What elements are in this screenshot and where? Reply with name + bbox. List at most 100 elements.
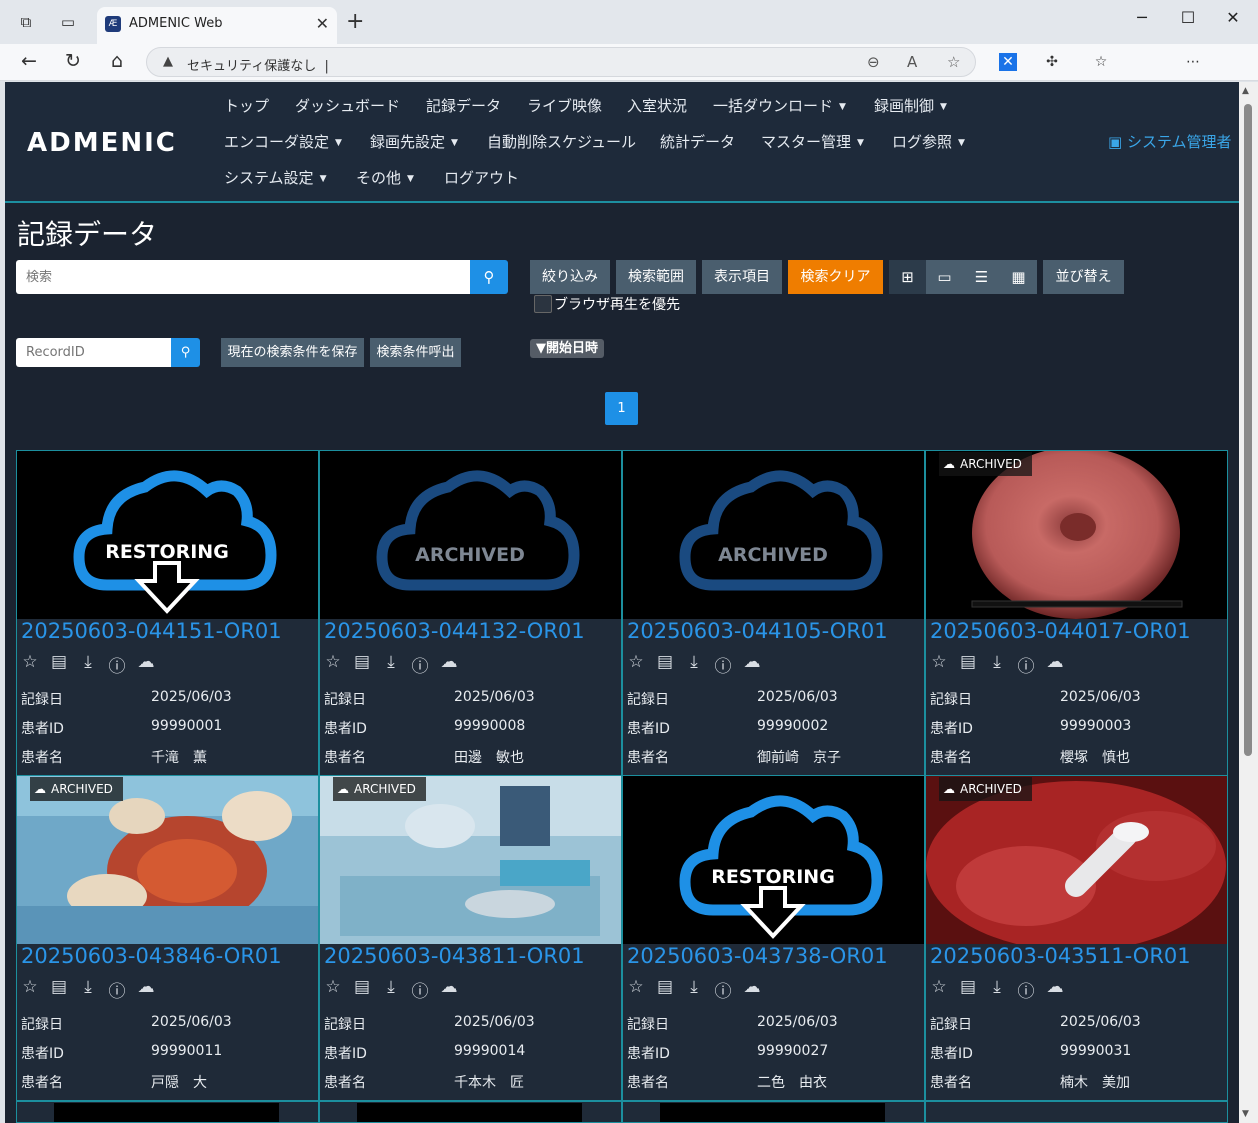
recordid-search-button[interactable]: ⚲ bbox=[171, 338, 200, 367]
cloud-download-icon[interactable]: ☁ bbox=[743, 652, 761, 677]
clipboard-icon[interactable]: ▤ bbox=[656, 977, 674, 1002]
address-bar[interactable]: ▲ セキュリティ保護なし | ⊖ A ☆ bbox=[146, 47, 976, 77]
record-thumbnail[interactable]: ☁ ARCHIVED bbox=[17, 776, 318, 944]
tab-actions-icon[interactable]: ▭ bbox=[56, 10, 80, 34]
pagination-page-1[interactable]: 1 bbox=[605, 392, 638, 425]
sort-button[interactable]: 並び替え bbox=[1043, 260, 1124, 294]
record-thumbnail[interactable] bbox=[357, 1103, 582, 1122]
scroll-down-icon[interactable]: ▼ bbox=[1242, 1109, 1249, 1119]
workspaces-icon[interactable]: ⧉ bbox=[14, 10, 38, 34]
save-search-condition-button[interactable]: 現在の検索条件を保存 bbox=[221, 338, 364, 367]
menu-live[interactable]: ライブ映像 bbox=[527, 95, 602, 116]
page-scrollbar[interactable]: ▲ ▼ bbox=[1239, 82, 1258, 1123]
record-card-partial[interactable] bbox=[319, 1101, 622, 1123]
record-card[interactable]: ☁ ARCHIVED 20250603-044017-OR01 ☆ ▤ ⤓ ⓘ ☁… bbox=[925, 450, 1228, 776]
cloud-download-icon[interactable]: ☁ bbox=[137, 652, 155, 677]
download-icon[interactable]: ⤓ bbox=[382, 652, 400, 677]
close-tab-icon[interactable]: ✕ bbox=[316, 14, 329, 33]
menu-room-status[interactable]: 入室状況 bbox=[627, 95, 687, 116]
menu-encoder-settings[interactable]: エンコーダ設定 ▼ bbox=[224, 131, 342, 152]
record-thumbnail[interactable]: ☁ ARCHIVED bbox=[926, 451, 1227, 619]
menu-system-settings[interactable]: システム設定 ▼ bbox=[224, 167, 326, 188]
info-icon[interactable]: ⓘ bbox=[1017, 977, 1035, 1002]
download-icon[interactable]: ⤓ bbox=[685, 977, 703, 1002]
new-tab-icon[interactable]: + bbox=[346, 9, 364, 34]
list-view-icon[interactable]: ☰ bbox=[963, 260, 1000, 294]
favorite-star-icon[interactable]: ☆ bbox=[627, 977, 645, 1002]
menu-records[interactable]: 記録データ bbox=[426, 95, 501, 116]
info-icon[interactable]: ⓘ bbox=[1017, 652, 1035, 677]
record-id-link[interactable]: 20250603-044105-OR01 bbox=[627, 619, 888, 643]
record-id-link[interactable]: 20250603-044151-OR01 bbox=[21, 619, 282, 643]
record-card-partial[interactable] bbox=[16, 1101, 319, 1123]
clipboard-icon[interactable]: ▤ bbox=[50, 652, 68, 677]
download-icon[interactable]: ⤓ bbox=[79, 652, 97, 677]
favorite-star-icon[interactable]: ☆ bbox=[324, 652, 342, 677]
cloud-download-icon[interactable]: ☁ bbox=[743, 977, 761, 1002]
admin-user-link[interactable]: ▣ システム管理者 bbox=[1108, 131, 1232, 152]
record-card[interactable]: RESTORING 20250603-044151-OR01 ☆ ▤ ⤓ ⓘ ☁… bbox=[16, 450, 319, 776]
display-items-button[interactable]: 表示項目 bbox=[702, 260, 782, 294]
admenic-logo[interactable]: ADMENIC bbox=[27, 128, 177, 158]
prefer-browser-playback[interactable]: ブラウザ再生を優先 bbox=[534, 294, 680, 314]
record-card[interactable]: ☁ ARCHIVED 20250603-043811-OR01 ☆ ▤ ⤓ ⓘ ☁… bbox=[319, 775, 622, 1101]
grid-view-icon[interactable]: ⊞ bbox=[889, 260, 926, 294]
download-icon[interactable]: ⤓ bbox=[988, 977, 1006, 1002]
menu-master[interactable]: マスター管理 ▼ bbox=[761, 131, 864, 152]
cloud-download-icon[interactable]: ☁ bbox=[1046, 977, 1064, 1002]
close-window-icon[interactable]: ✕ bbox=[1218, 8, 1248, 27]
favorite-star-icon[interactable]: ☆ bbox=[627, 652, 645, 677]
info-icon[interactable]: ⓘ bbox=[411, 652, 429, 677]
clear-search-button[interactable]: 検索クリア bbox=[788, 260, 883, 294]
scrollbar-thumb[interactable] bbox=[1244, 104, 1252, 756]
download-icon[interactable]: ⤓ bbox=[79, 977, 97, 1002]
menu-dashboard[interactable]: ダッシュボード bbox=[295, 95, 400, 116]
favorite-star-icon[interactable]: ☆ bbox=[930, 977, 948, 1002]
maximize-icon[interactable]: ☐ bbox=[1173, 8, 1203, 27]
record-card[interactable]: ARCHIVED 20250603-044132-OR01 ☆ ▤ ⤓ ⓘ ☁ … bbox=[319, 450, 622, 776]
minimize-icon[interactable]: ─ bbox=[1127, 8, 1157, 27]
menu-bulk-download[interactable]: 一括ダウンロード ▼ bbox=[713, 95, 846, 116]
info-icon[interactable]: ⓘ bbox=[411, 977, 429, 1002]
record-id-link[interactable]: 20250603-043738-OR01 bbox=[627, 944, 888, 968]
zoom-icon[interactable]: ⊖ bbox=[867, 53, 880, 71]
record-card[interactable]: ARCHIVED 20250603-044105-OR01 ☆ ▤ ⤓ ⓘ ☁ … bbox=[622, 450, 925, 776]
clipboard-icon[interactable]: ▤ bbox=[656, 652, 674, 677]
record-card[interactable]: ☁ ARCHIVED 20250603-043846-OR01 ☆ ▤ ⤓ ⓘ ☁… bbox=[16, 775, 319, 1101]
cloud-download-icon[interactable]: ☁ bbox=[440, 652, 458, 677]
record-thumbnail[interactable]: ☁ ARCHIVED bbox=[320, 776, 621, 944]
record-id-link[interactable]: 20250603-043811-OR01 bbox=[324, 944, 585, 968]
record-id-link[interactable]: 20250603-043846-OR01 bbox=[21, 944, 282, 968]
load-search-condition-button[interactable]: 検索条件呼出 bbox=[370, 338, 461, 367]
download-icon[interactable]: ⤓ bbox=[685, 652, 703, 677]
menu-statistics[interactable]: 統計データ bbox=[660, 131, 735, 152]
info-icon[interactable]: ⓘ bbox=[714, 977, 732, 1002]
record-thumbnail[interactable]: RESTORING bbox=[623, 776, 924, 944]
record-card-partial[interactable] bbox=[925, 1101, 1228, 1123]
record-thumbnail[interactable]: ARCHIVED bbox=[623, 451, 924, 619]
cloud-download-icon[interactable]: ☁ bbox=[137, 977, 155, 1002]
favorites-icon[interactable]: ☆ bbox=[1092, 53, 1110, 71]
clipboard-icon[interactable]: ▤ bbox=[959, 977, 977, 1002]
clipboard-icon[interactable]: ▤ bbox=[353, 977, 371, 1002]
extensions-puzzle-icon[interactable]: ✣ bbox=[1043, 53, 1061, 71]
extension-icon[interactable]: ✕ bbox=[999, 53, 1017, 71]
sort-key-label[interactable]: ▼開始日時 bbox=[530, 339, 604, 358]
scroll-up-icon[interactable]: ▲ bbox=[1242, 86, 1249, 96]
card-view-icon[interactable]: ▭ bbox=[926, 260, 963, 294]
search-input[interactable] bbox=[16, 260, 470, 294]
clipboard-icon[interactable]: ▤ bbox=[353, 652, 371, 677]
cloud-download-icon[interactable]: ☁ bbox=[440, 977, 458, 1002]
menu-logs[interactable]: ログ参照 ▼ bbox=[892, 131, 965, 152]
clipboard-icon[interactable]: ▤ bbox=[50, 977, 68, 1002]
cloud-download-icon[interactable]: ☁ bbox=[1046, 652, 1064, 677]
clipboard-icon[interactable]: ▤ bbox=[959, 652, 977, 677]
more-menu-icon[interactable]: ⋯ bbox=[1184, 53, 1202, 71]
menu-top[interactable]: トップ bbox=[224, 95, 269, 116]
recordid-input[interactable] bbox=[16, 338, 171, 367]
favorite-star-icon[interactable]: ☆ bbox=[21, 977, 39, 1002]
info-icon[interactable]: ⓘ bbox=[108, 652, 126, 677]
record-id-link[interactable]: 20250603-043511-OR01 bbox=[930, 944, 1191, 968]
download-icon[interactable]: ⤓ bbox=[988, 652, 1006, 677]
recordid-field[interactable] bbox=[16, 338, 171, 367]
